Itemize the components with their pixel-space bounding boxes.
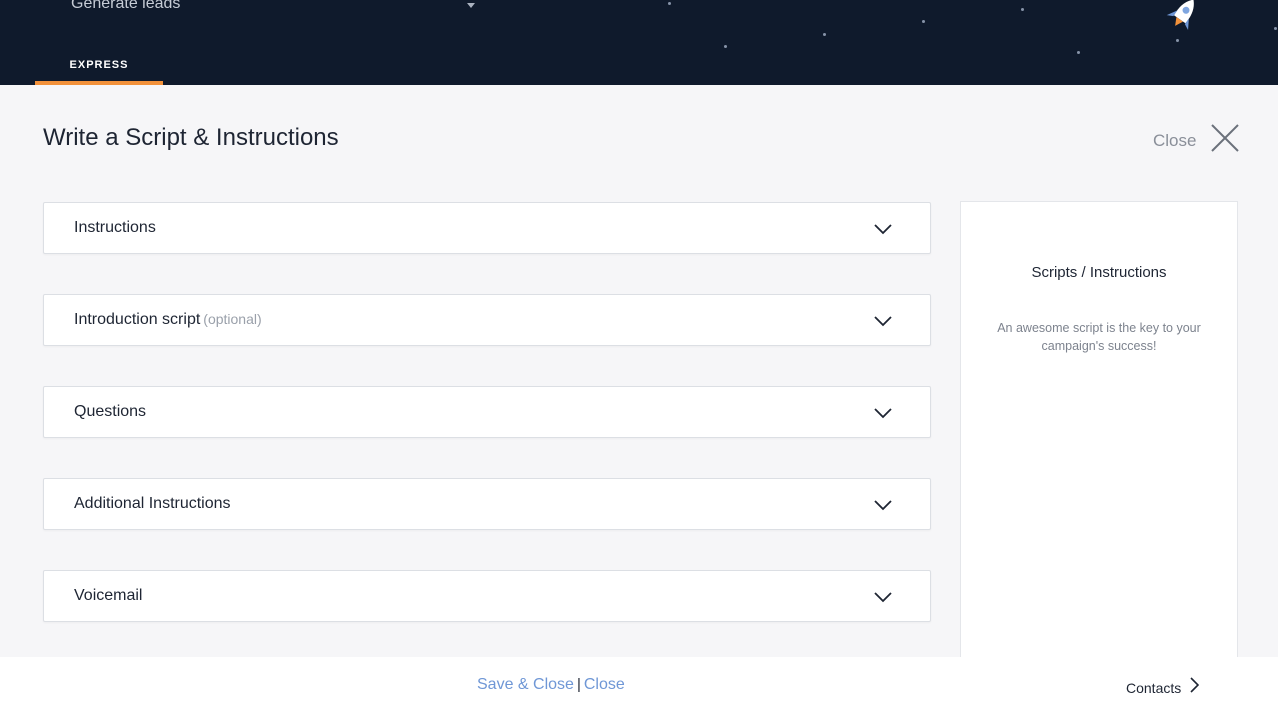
section-label: Instructions [74, 219, 159, 237]
section-title: Additional Instructions [74, 495, 231, 512]
close-label: Close [1153, 130, 1197, 150]
next-step-contacts[interactable]: Contacts [1126, 677, 1200, 698]
chevron-down-icon[interactable] [874, 406, 892, 424]
section-label: Questions [74, 403, 149, 421]
section-title: Questions [74, 403, 147, 420]
top-header: Generate leads EXPRESS [0, 0, 1278, 85]
star-decoration [724, 45, 727, 48]
section-introduction-script[interactable]: Introduction script (optional) [43, 294, 931, 346]
star-decoration [1021, 8, 1024, 11]
chevron-down-icon[interactable] [874, 590, 892, 608]
chevron-down-icon[interactable] [874, 498, 892, 516]
chevron-down-icon[interactable] [874, 222, 892, 240]
close-button[interactable]: Close [1153, 122, 1241, 159]
help-panel-text: An awesome script is the key to your cam… [997, 321, 1201, 353]
section-title: Voicemail [74, 587, 143, 604]
star-decoration [823, 33, 826, 36]
footer-bar: Save & Close | Close Contacts [0, 657, 1278, 717]
chevron-right-icon[interactable] [1189, 677, 1200, 698]
star-decoration [1077, 51, 1080, 54]
help-panel: Scripts / Instructions An awesome script… [960, 201, 1238, 671]
chevron-down-icon[interactable] [874, 314, 892, 332]
footer-separator: | [576, 676, 581, 693]
footer-close-link[interactable]: Close [584, 676, 625, 693]
section-title: Introduction script [74, 311, 201, 328]
next-step-label: Contacts [1126, 679, 1182, 696]
save-and-close-link[interactable]: Save & Close [477, 676, 574, 693]
tab-express[interactable]: EXPRESS [35, 56, 163, 85]
rocket-icon [1160, 0, 1204, 43]
star-decoration [1274, 27, 1277, 30]
section-additional-instructions[interactable]: Additional Instructions [43, 478, 931, 530]
dropdown-caret-icon[interactable] [467, 3, 475, 8]
campaign-goal-select[interactable]: Generate leads [71, 0, 180, 13]
section-title: Instructions [74, 219, 156, 236]
section-label: Additional Instructions [74, 495, 234, 513]
section-label: Introduction script (optional) [74, 311, 262, 329]
footer-actions: Save & Close | Close [477, 676, 625, 694]
star-decoration [668, 2, 671, 5]
section-instructions[interactable]: Instructions [43, 202, 931, 254]
help-panel-title: Scripts / Instructions [1031, 264, 1167, 281]
section-hint: (optional) [203, 311, 262, 327]
section-questions[interactable]: Questions [43, 386, 931, 438]
star-decoration [922, 20, 925, 23]
section-label: Voicemail [74, 587, 145, 605]
section-voicemail[interactable]: Voicemail [43, 570, 931, 622]
page-title: Write a Script & Instructions [43, 124, 339, 151]
close-icon[interactable] [1209, 122, 1241, 159]
